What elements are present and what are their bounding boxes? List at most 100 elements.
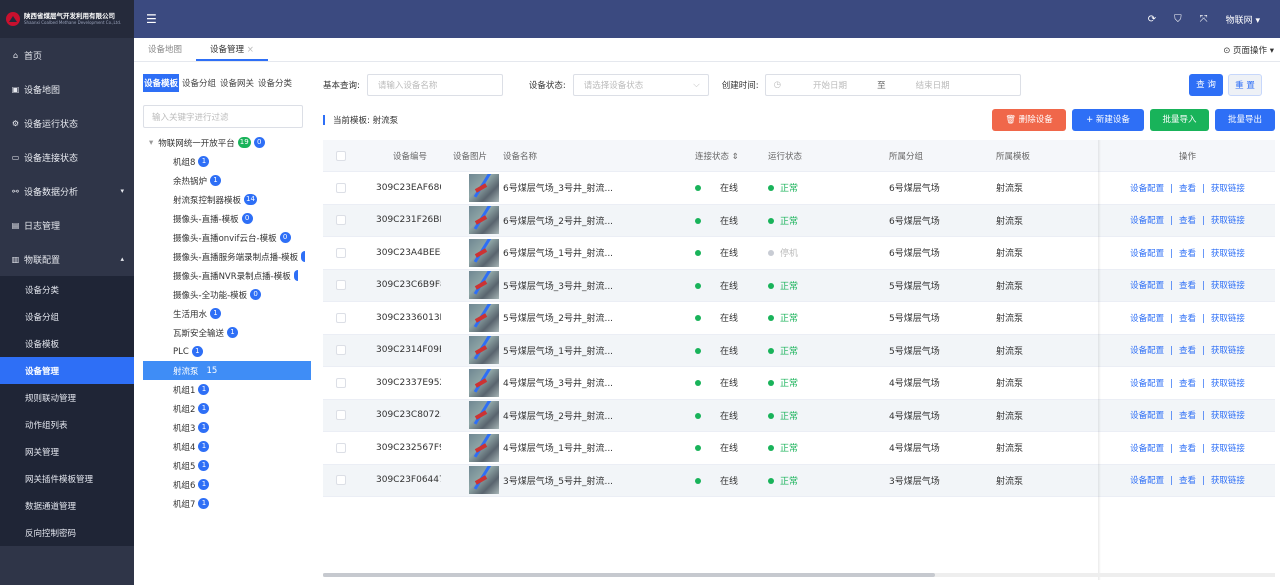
view-link[interactable]: 查看 [1179,216,1196,226]
view-link[interactable]: 查看 [1179,444,1196,454]
device-image[interactable] [469,336,499,365]
table-row[interactable]: 309C23C80725 4号煤层气场_2号井_射流... 在线 正常 4号煤层气场 射流… [323,399,1275,432]
table-row[interactable]: 309C2337E952 4号煤层气场_3号井_射流... 在线 正常 4号煤层气场 射流… [323,367,1275,400]
row-checkbox[interactable] [336,345,346,356]
tree-node[interactable]: 机组1 1 [143,380,311,399]
query-button[interactable]: 查 询 [1189,74,1223,96]
sidebar-item[interactable]: ▥ 物联配置 ▴ [0,242,134,276]
tree-node[interactable]: 机组7 1 [143,494,311,513]
device-image[interactable] [469,303,499,332]
sidebar-item[interactable]: ▭ 设备连接状态 [0,140,134,174]
row-checkbox[interactable] [336,247,346,258]
table-row[interactable]: 309C23C6B9F8 5号煤层气场_3号井_射流... 在线 正常 5号煤层气场 射流… [323,269,1275,302]
end-date[interactable]: 结束日期 [916,79,950,91]
view-link[interactable]: 查看 [1179,249,1196,259]
sidebar-subitem[interactable]: 设备模板 [0,330,134,357]
table-row[interactable]: 309C23F06447 3号煤层气场_5号井_射流... 在线 正常 3号煤层气场 射流… [323,464,1275,497]
tree-tab[interactable]: 设备分类 [257,74,293,92]
view-link[interactable]: 查看 [1179,411,1196,421]
tree-node[interactable]: 余热锅炉 1 [143,171,311,190]
device-image[interactable] [469,271,499,300]
tree-filter-input[interactable]: 输入关键字进行过滤 [143,105,303,128]
device-image[interactable] [469,206,499,235]
get-link-link[interactable]: 获取链接 [1211,216,1245,226]
tab-device-map[interactable]: 设备地图 [134,39,196,61]
sidebar-subitem[interactable]: 反向控制密码 [0,519,134,546]
table-row[interactable]: 309C23EAF680 6号煤层气场_3号井_射流... 在线 正常 6号煤层气场 射流… [323,172,1275,205]
sidebar-item[interactable]: ▣ 设备地图 [0,72,134,106]
tree-node[interactable]: 摄像头-全功能-模板 0 [143,285,311,304]
device-status-select[interactable]: 请选择设备状态 ⌵ [572,74,709,96]
device-image[interactable] [469,466,499,495]
tree-node[interactable]: 机组2 1 [143,399,311,418]
get-link-link[interactable]: 获取链接 [1211,184,1245,194]
sidebar-item[interactable]: ▤ 日志管理 [0,208,134,242]
tree-node[interactable]: 机组5 1 [143,456,311,475]
horizontal-scrollbar[interactable] [323,573,1275,577]
row-checkbox[interactable] [336,312,346,323]
select-all-checkbox[interactable] [336,150,346,161]
tree-node[interactable]: 射流泵 15 [143,361,311,380]
device-config-link[interactable]: 设备配置 [1130,476,1164,486]
view-link[interactable]: 查看 [1179,476,1196,486]
page-ops-dropdown[interactable]: ⊙ 页面操作 ▾ [1223,44,1274,56]
tree-node[interactable]: 瓦斯安全输送 1 [143,323,311,342]
row-checkbox[interactable] [336,442,346,453]
device-name-input[interactable]: 请输入设备名称 [366,74,503,96]
tree-node[interactable]: 机组8 1 [143,152,311,171]
tree-node[interactable]: 摄像头-直播onvif云台-模板 0 [143,228,311,247]
date-range-picker[interactable]: ◷ 开始日期 至 结束日期 [764,74,1021,96]
get-link-link[interactable]: 获取链接 [1211,314,1245,324]
sidebar-subitem[interactable]: 网关插件模板管理 [0,465,134,492]
device-config-link[interactable]: 设备配置 [1130,411,1164,421]
device-config-link[interactable]: 设备配置 [1130,314,1164,324]
get-link-link[interactable]: 获取链接 [1211,346,1245,356]
get-link-link[interactable]: 获取链接 [1211,249,1245,259]
tree-tab[interactable]: 设备分组 [181,74,217,92]
refresh-icon[interactable]: ⟳ [1148,14,1156,25]
tree-node[interactable]: 生活用水 1 [143,304,311,323]
tab-device-manage[interactable]: 设备管理 × [196,39,268,61]
new-device-button[interactable]: + 新建设备 [1072,109,1144,131]
get-link-link[interactable]: 获取链接 [1211,379,1245,389]
column-header[interactable]: 连接状态 ⇕ [686,150,763,162]
table-row[interactable]: 309C231F26BD 6号煤层气场_2号井_射流... 在线 正常 6号煤层气场 射流… [323,204,1275,237]
sidebar-subitem[interactable]: 数据通道管理 [0,492,134,519]
delete-device-button[interactable]: 🗑 删除设备 [992,109,1066,131]
table-row[interactable]: 309C232567F9 4号煤层气场_1号井_射流... 在线 正常 4号煤层气场 射流… [323,432,1275,465]
view-link[interactable]: 查看 [1179,314,1196,324]
device-config-link[interactable]: 设备配置 [1130,281,1164,291]
table-row[interactable]: 309C23A4BEE4 6号煤层气场_1号井_射流... 在线 停机 6号煤层气场 射流… [323,237,1275,270]
tab-close-icon[interactable]: × [247,45,254,55]
user-menu[interactable]: 物联网 ▾ [1226,13,1260,26]
menu-toggle-icon[interactable]: ☰ [146,12,157,26]
view-link[interactable]: 查看 [1179,379,1196,389]
device-config-link[interactable]: 设备配置 [1130,249,1164,259]
row-checkbox[interactable] [336,475,346,486]
device-config-link[interactable]: 设备配置 [1130,216,1164,226]
device-config-link[interactable]: 设备配置 [1130,379,1164,389]
sidebar-subitem[interactable]: 设备管理 [0,357,134,384]
view-link[interactable]: 查看 [1179,184,1196,194]
sidebar-subitem[interactable]: 设备分类 [0,276,134,303]
device-config-link[interactable]: 设备配置 [1130,444,1164,454]
start-date[interactable]: 开始日期 [813,79,847,91]
row-checkbox[interactable] [336,280,346,291]
lock-icon[interactable]: ⛉ [1174,14,1182,25]
row-checkbox[interactable] [336,377,346,388]
batch-export-button[interactable]: 批量导出 [1215,109,1275,131]
sidebar-subitem[interactable]: 规则联动管理 [0,384,134,411]
sidebar-subitem[interactable]: 动作组列表 [0,411,134,438]
get-link-link[interactable]: 获取链接 [1211,444,1245,454]
sidebar-subitem[interactable]: 设备分组 [0,303,134,330]
tree-tab[interactable]: 设备网关 [219,74,255,92]
batch-import-button[interactable]: 批量导入 [1150,109,1209,131]
row-checkbox[interactable] [336,182,346,193]
get-link-link[interactable]: 获取链接 [1211,411,1245,421]
row-checkbox[interactable] [336,215,346,226]
tree-root[interactable]: ▾ 物联网统一开放平台 19 0 [143,133,311,152]
table-row[interactable]: 309C2336013E 5号煤层气场_2号井_射流... 在线 正常 5号煤层气场 射流… [323,302,1275,335]
device-config-link[interactable]: 设备配置 [1130,184,1164,194]
tree-node[interactable]: 机组4 1 [143,437,311,456]
sidebar-subitem[interactable]: 网关管理 [0,438,134,465]
